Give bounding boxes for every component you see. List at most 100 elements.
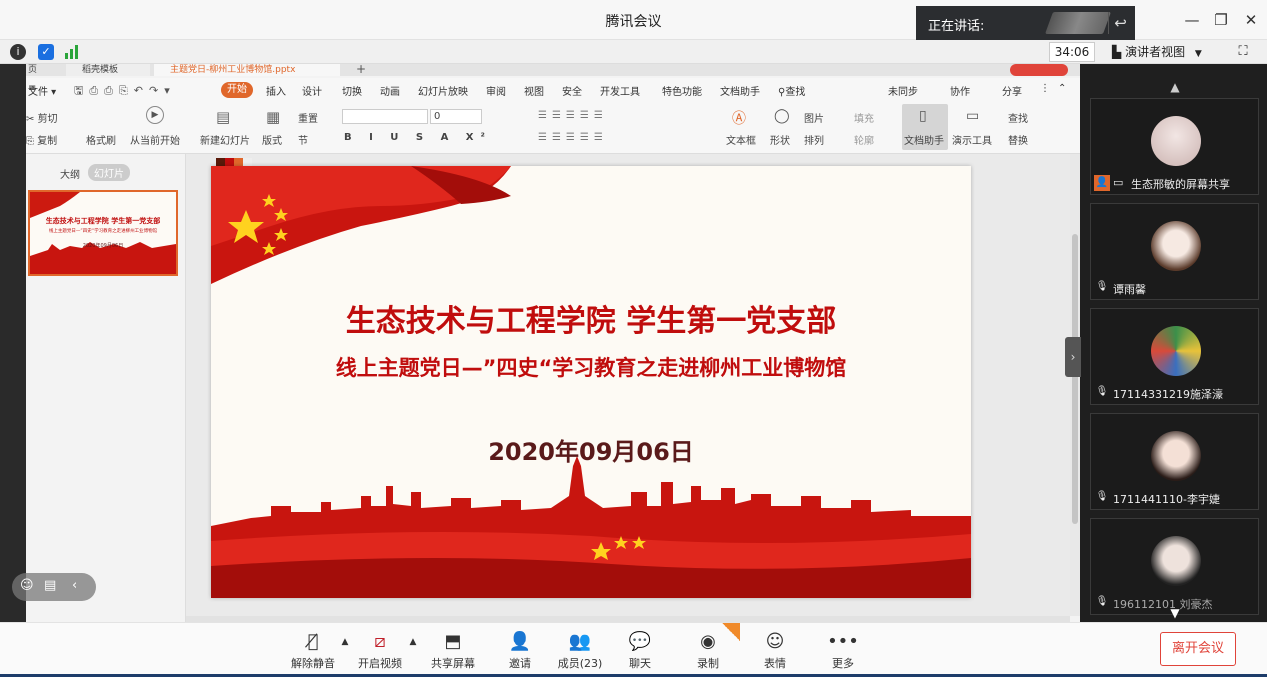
quick-access-icons[interactable]: 🖫⎙⎙⎘↶↷▾ (74, 82, 176, 101)
menu-features[interactable]: 特色功能 (662, 83, 702, 98)
slide-decoration (211, 166, 971, 598)
align-buttons[interactable]: ☰☰☰☰☰ (538, 132, 608, 143)
textbox-button[interactable]: 文本框 (726, 132, 756, 147)
section-button[interactable]: 节 (298, 132, 308, 147)
menu-search[interactable]: ⚲查找 (778, 83, 805, 98)
menu-insert[interactable]: 插入 (266, 83, 286, 98)
menu-unsynced[interactable]: 未同步 (888, 83, 918, 98)
video-options-caret[interactable]: ▲ (408, 637, 418, 647)
scroll-thumb[interactable] (1072, 234, 1078, 524)
minimize-icon[interactable]: — (1181, 9, 1203, 31)
font-size-input[interactable]: 0 (430, 109, 482, 124)
members-button[interactable]: 👥 成员(23) (549, 629, 611, 675)
tab-outline[interactable]: 大纲 (60, 166, 80, 181)
tab-docer[interactable]: 稻壳模板 (66, 64, 150, 76)
picture-button[interactable]: 图片 (804, 110, 824, 125)
restore-icon[interactable]: ❐ (1210, 9, 1232, 31)
from-current-button[interactable]: 从当前开始 (130, 132, 180, 147)
menu-design[interactable]: 设计 (302, 83, 322, 98)
scroll-up-icon[interactable]: ▲ (1166, 80, 1184, 94)
tab-document[interactable]: 主题党日-柳州工业博物馆.pptx (154, 64, 340, 76)
font-name-input[interactable] (342, 109, 428, 124)
shield-icon[interactable]: ✓ (38, 44, 54, 60)
presenter-view-label: 演讲者视图 (1125, 45, 1186, 59)
login-badge[interactable] (1010, 64, 1068, 76)
menu-transition[interactable]: 切换 (342, 83, 362, 98)
color-swatches (216, 155, 256, 166)
comment-icon[interactable]: ▤ (44, 578, 56, 593)
emoji-icon[interactable]: ☺ (20, 578, 34, 593)
copy-button[interactable]: ⎘ 复制 (26, 132, 57, 147)
new-slide-button[interactable]: 新建幻灯片 (200, 132, 250, 147)
font-style-buttons[interactable]: B I U S A X² (344, 132, 492, 143)
unmute-button[interactable]: 🎙̸ 解除静音 (282, 629, 344, 675)
chat-button[interactable]: 💬 聊天 (609, 629, 671, 675)
share-screen-button[interactable]: ⬒ 共享屏幕 (422, 629, 484, 675)
floating-controls: ☺ ▤ ‹ (12, 573, 96, 601)
leave-meeting-button[interactable]: 离开会议 (1160, 632, 1236, 666)
participant-card[interactable]: 🎙 谭雨馨 (1090, 203, 1259, 300)
tab-home[interactable]: 页 (26, 64, 62, 76)
slide-subtitle[interactable]: 线上主题党日—”四史“学习教育之走进柳州工业博物馆 (211, 352, 971, 382)
fullscreen-icon[interactable]: ⛶ (1234, 43, 1252, 61)
slide[interactable]: 生态技术与工程学院 学生第一党支部 线上主题党日—”四史“学习教育之走进柳州工业… (211, 166, 971, 598)
avatar (1151, 431, 1201, 481)
reply-icon[interactable]: ↩ (1108, 12, 1132, 34)
info-icon[interactable]: i (10, 44, 26, 60)
shape-button[interactable]: 形状 (770, 132, 790, 147)
cut-button[interactable]: ✂ 剪切 (26, 110, 58, 125)
collapse-ribbon-icon[interactable]: ⌃ (1058, 83, 1066, 94)
vertical-scrollbar[interactable] (1070, 154, 1080, 616)
play-icon[interactable]: ▶ (146, 106, 164, 124)
collapse-left-icon[interactable]: ‹ (72, 578, 77, 593)
presenter-view-dropdown[interactable]: ▙ 演讲者视图 ▼ (1112, 43, 1220, 61)
participant-card[interactable]: 🎙 1711441110-李宇婕 (1090, 413, 1259, 510)
doc-icon: ▯ (919, 108, 927, 124)
menu-share[interactable]: 分享 (1002, 83, 1022, 98)
start-video-button[interactable]: ⧄ 开启视频 (349, 629, 411, 675)
close-icon[interactable]: ✕ (1240, 9, 1262, 31)
more-button[interactable]: ••• 更多 (812, 629, 874, 675)
format-painter-button[interactable]: 格式刷 (86, 132, 116, 147)
new-tab-icon[interactable]: + (356, 64, 366, 76)
members-icon: 👥 (568, 631, 592, 652)
outline-button[interactable]: 轮廓 (854, 132, 874, 147)
video-off-icon: ⧄ (374, 631, 386, 652)
participant-card[interactable]: 🎙 17114331219施泽濠 (1090, 308, 1259, 405)
signal-icon[interactable] (64, 44, 80, 60)
participant-card[interactable]: 🎙 196112101 刘豪杰 (1090, 518, 1259, 615)
invite-button[interactable]: 👤 邀请 (489, 629, 551, 675)
participant-name: 196112101 刘豪杰 (1113, 598, 1213, 611)
menu-start[interactable]: 开始 (221, 82, 253, 98)
menu-animation[interactable]: 动画 (380, 83, 400, 98)
menu-view[interactable]: 视图 (524, 83, 544, 98)
fill-button[interactable]: 填充 (854, 110, 874, 125)
presentation-tools-button[interactable]: 演示工具 (952, 132, 992, 147)
reset-button[interactable]: 重置 (298, 110, 318, 125)
avatar (1151, 116, 1201, 166)
slide-thumbnail[interactable]: 生态技术与工程学院 学生第一党支部 线上主题党日—”四史“学习教育之走进柳州工业… (28, 190, 178, 276)
slide-title[interactable]: 生态技术与工程学院 学生第一党支部 (211, 296, 971, 340)
menu-doc-assistant[interactable]: 文档助手 (720, 83, 760, 98)
menu-review[interactable]: 审阅 (486, 83, 506, 98)
menu-developer[interactable]: 开发工具 (600, 83, 640, 98)
slide-date[interactable]: 2020年09月06日 (211, 432, 971, 467)
emoji-button[interactable]: ☺ 表情 (744, 629, 806, 675)
scroll-down-icon[interactable]: ▼ (1166, 606, 1184, 620)
doc-assistant-label: 文档助手 (904, 136, 944, 147)
paragraph-buttons[interactable]: ☰☰☰☰☰ (538, 110, 608, 121)
menu-collaborate[interactable]: 协作 (950, 83, 970, 98)
tab-slides[interactable]: 幻灯片 (88, 164, 130, 181)
participant-name: 谭雨馨 (1113, 283, 1146, 296)
find-button[interactable]: 查找 (1008, 110, 1028, 125)
menu-security[interactable]: 安全 (562, 83, 582, 98)
replace-button[interactable]: 替换 (1008, 132, 1028, 147)
panel-toggle-icon[interactable]: › (1065, 337, 1081, 377)
new-slide-icon: ▤ (216, 108, 231, 126)
participant-card[interactable]: 👤 ▭ 生态邢敏的屏幕共享 (1090, 98, 1259, 195)
menu-file[interactable]: 文件 ▾ (28, 83, 56, 98)
more-vertical-icon[interactable]: ⋮ (1040, 83, 1050, 94)
layout-button[interactable]: 版式 (262, 132, 282, 147)
menu-slideshow[interactable]: 幻灯片放映 (418, 83, 468, 98)
arrange-button[interactable]: 排列 (804, 132, 824, 147)
